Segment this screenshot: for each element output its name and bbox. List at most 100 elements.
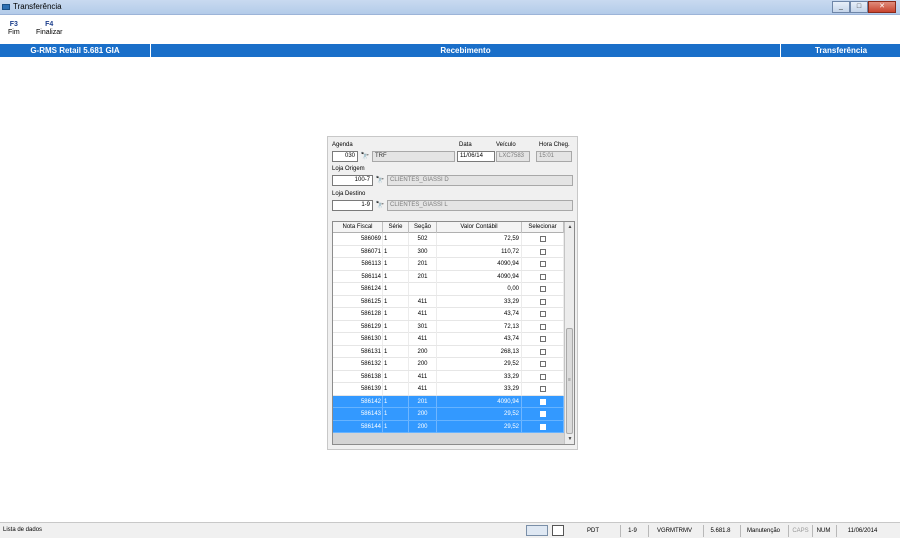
grid-header: Nota Fiscal Série Seção Valor Contábil S…: [333, 222, 564, 233]
serie-cell: 1: [383, 295, 409, 308]
select-checkbox[interactable]: [540, 348, 546, 355]
scroll-up-icon[interactable]: ▲: [565, 222, 574, 232]
select-checkbox[interactable]: [540, 386, 546, 392]
binoculars-icon[interactable]: 🔭: [360, 152, 370, 161]
table-row[interactable]: 586144 1 200 29,52: [333, 420, 564, 433]
select-checkbox[interactable]: [540, 361, 546, 367]
select-checkbox[interactable]: [540, 398, 546, 405]
selecionar-cell: [522, 270, 564, 283]
scroll-down-icon[interactable]: ▼: [565, 434, 574, 444]
select-checkbox[interactable]: [540, 236, 546, 242]
veiculo-field: LXC7583: [496, 151, 530, 162]
selecionar-cell: [522, 420, 564, 433]
status-date: 11/06/2014: [836, 525, 888, 537]
destino-input[interactable]: 1-9: [332, 200, 373, 211]
table-row[interactable]: 586129 1 301 72,13: [333, 320, 564, 333]
table-row[interactable]: 586139 1 411 33,29: [333, 383, 564, 396]
select-checkbox[interactable]: [540, 298, 546, 305]
col-valor-contabil[interactable]: Valor Contábil: [437, 222, 522, 233]
nota-fiscal-cell: 586128: [333, 308, 383, 320]
agenda-input[interactable]: 030: [332, 151, 358, 162]
nota-fiscal-cell: 586131: [333, 345, 383, 358]
nota-fiscal-cell: 586124: [333, 283, 383, 295]
serie-cell: 1: [383, 258, 409, 270]
origem-description: CLIENTES_GIASSI D: [387, 175, 573, 186]
secao-cell: 411: [409, 295, 437, 308]
valor-cell: 72,13: [437, 320, 522, 333]
status-caps: CAPS: [788, 525, 812, 537]
selecionar-cell: [522, 333, 564, 345]
table-row[interactable]: 586114 1 201 4090,94: [333, 270, 564, 283]
selecionar-cell: [522, 358, 564, 370]
table-row[interactable]: 586138 1 411 33,29: [333, 370, 564, 383]
selecionar-cell: [522, 283, 564, 295]
fim-button[interactable]: F3 Fim: [8, 21, 20, 36]
screen-icon: [526, 525, 548, 536]
nota-fiscal-cell: 586071: [333, 245, 383, 258]
select-checkbox[interactable]: [540, 336, 546, 342]
origem-input[interactable]: 100-7: [332, 175, 373, 186]
table-row[interactable]: 586132 1 200 29,52: [333, 358, 564, 371]
valor-cell: 110,72: [437, 245, 522, 258]
table-row[interactable]: 586071 1 300 110,72: [333, 245, 564, 258]
select-checkbox[interactable]: [540, 323, 546, 330]
binoculars-icon[interactable]: 🔭: [375, 201, 385, 210]
select-checkbox[interactable]: [540, 286, 546, 292]
selecionar-cell: [522, 258, 564, 270]
close-icon[interactable]: ✕: [868, 1, 896, 13]
selecionar-cell: [522, 408, 564, 420]
select-checkbox[interactable]: [540, 248, 546, 255]
maximize-icon[interactable]: □: [850, 1, 868, 13]
table-row[interactable]: 586124 1 0,00: [333, 283, 564, 296]
hora-label: Hora Cheg.: [539, 142, 570, 148]
table-row[interactable]: 586142 1 201 4090,94: [333, 395, 564, 408]
select-checkbox[interactable]: [540, 373, 546, 380]
col-serie[interactable]: Série: [383, 222, 409, 233]
origem-label: Loja Origem: [332, 166, 365, 172]
table-row[interactable]: 586143 1 200 29,52: [333, 408, 564, 421]
binoculars-icon[interactable]: 🔭: [375, 176, 385, 185]
serie-cell: 1: [383, 358, 409, 370]
select-checkbox[interactable]: [540, 273, 546, 280]
nota-fiscal-cell: 586142: [333, 395, 383, 408]
vertical-scrollbar[interactable]: ▲ ≡ ▼: [564, 222, 574, 444]
serie-cell: 1: [383, 333, 409, 345]
secao-cell: 411: [409, 370, 437, 383]
data-label: Data: [459, 142, 472, 148]
table-row[interactable]: 586130 1 411 43,74: [333, 333, 564, 346]
minimize-icon[interactable]: _: [832, 1, 850, 13]
nota-fiscal-cell: 586125: [333, 295, 383, 308]
window-title: Transferência: [13, 2, 62, 11]
invoice-grid[interactable]: Nota Fiscal Série Seção Valor Contábil S…: [332, 221, 575, 445]
nota-fiscal-cell: 586132: [333, 358, 383, 370]
col-nota-fiscal[interactable]: Nota Fiscal: [333, 222, 383, 233]
secao-cell: 411: [409, 308, 437, 320]
secao-cell: 201: [409, 258, 437, 270]
finalizar-button[interactable]: F4 Finalizar: [36, 21, 62, 36]
selecionar-cell: [522, 308, 564, 320]
table-row[interactable]: 586131 1 200 268,13: [333, 345, 564, 358]
select-checkbox[interactable]: [540, 411, 546, 417]
data-field[interactable]: 11/06/14: [457, 151, 495, 162]
scroll-thumb[interactable]: ≡: [566, 328, 573, 434]
select-checkbox[interactable]: [540, 423, 546, 430]
title-bar: Transferência _ □ ✕: [0, 0, 900, 15]
table-row[interactable]: 586128 1 411 43,74: [333, 308, 564, 321]
table-row[interactable]: 586069 1 502 72,59: [333, 233, 564, 246]
select-checkbox[interactable]: [540, 311, 546, 317]
col-secao[interactable]: Seção: [409, 222, 437, 233]
col-selecionar[interactable]: Selecionar: [522, 222, 564, 233]
secao-cell: 200: [409, 345, 437, 358]
table-row[interactable]: 586125 1 411 33,29: [333, 295, 564, 308]
serie-cell: 1: [383, 408, 409, 420]
valor-cell: 72,59: [437, 233, 522, 245]
nota-fiscal-cell: 586143: [333, 408, 383, 420]
table-row[interactable]: 586113 1 201 4090,94: [333, 258, 564, 271]
window-controls: _ □ ✕: [832, 1, 896, 13]
valor-cell: 29,52: [437, 408, 522, 420]
secao-cell: 200: [409, 358, 437, 370]
select-checkbox[interactable]: [540, 261, 546, 267]
serie-cell: 1: [383, 320, 409, 333]
status-version: 5.681.8: [703, 525, 737, 537]
valor-cell: 4090,94: [437, 270, 522, 283]
